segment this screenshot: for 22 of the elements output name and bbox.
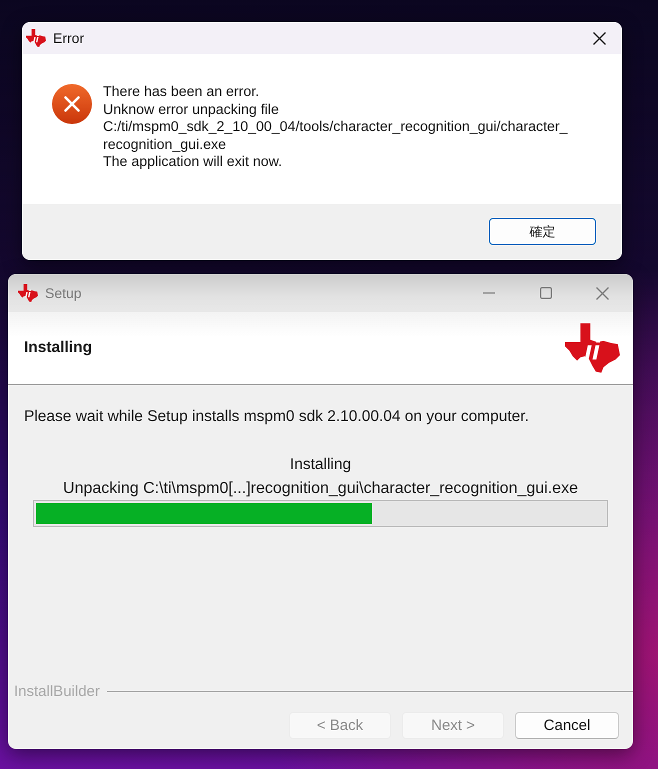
logo-icon bbox=[18, 284, 38, 302]
window-title: Error bbox=[53, 30, 84, 46]
status-text: Installing bbox=[290, 456, 352, 474]
minimize-icon bbox=[482, 292, 494, 294]
branding-text: InstallBuilder bbox=[14, 682, 100, 700]
page-title: Installing bbox=[24, 339, 92, 357]
window-title: Setup bbox=[45, 285, 82, 301]
ok-button[interactable]: 確定 bbox=[489, 218, 596, 245]
error-icon bbox=[52, 84, 92, 124]
file-path-text: Unpacking C:\ti\mspm0[...]recognition_gui\character_recognition_gui.exe bbox=[63, 480, 578, 498]
message-text: There has been an error. bbox=[103, 84, 260, 102]
close-icon bbox=[596, 286, 609, 300]
message-text: recognition_gui.exe bbox=[103, 136, 226, 154]
close-icon bbox=[592, 32, 606, 44]
intro-text: Please wait while Setup installs mspm0 sdk 2.10.00.04 on your computer. bbox=[24, 408, 529, 426]
message-text: C:/ti/mspm0_sdk_2_10_00_04/tools/character_recognition_gui/character_ bbox=[103, 119, 568, 136]
message-text: The application will exit now. bbox=[103, 154, 282, 172]
maximize-icon bbox=[540, 287, 552, 299]
logo-icon bbox=[26, 29, 46, 47]
logo-icon bbox=[565, 323, 620, 373]
cancel-button[interactable]: Cancel bbox=[515, 712, 619, 739]
message-text: Unknow error unpacking file bbox=[103, 102, 279, 119]
